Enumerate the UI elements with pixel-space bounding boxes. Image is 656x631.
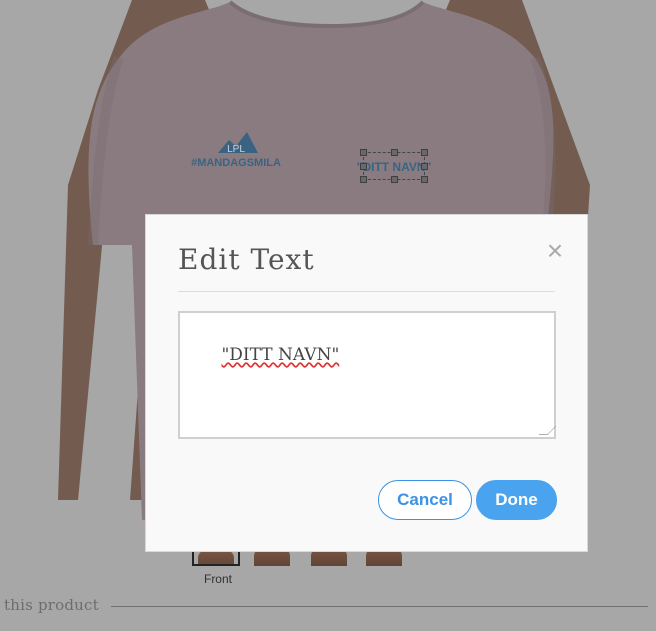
resize-handle-sw[interactable] [360, 176, 367, 183]
dialog-divider [178, 291, 555, 292]
resize-handle-ne[interactable] [421, 149, 428, 156]
cancel-button[interactable]: Cancel [378, 480, 472, 520]
textarea-text: "DITT NAVN" [221, 345, 340, 365]
text-selection-box[interactable] [360, 149, 428, 183]
thumbnail-image [198, 550, 234, 564]
textarea-value: "DITT NAVN" [189, 325, 544, 427]
resize-handle-e[interactable] [421, 163, 428, 170]
close-icon[interactable]: × [543, 237, 567, 265]
thumbnail-front-label: Front [203, 572, 232, 586]
resize-handle-w[interactable] [360, 163, 367, 170]
resize-handle-nw[interactable] [360, 149, 367, 156]
section-divider [111, 606, 648, 607]
resize-handle-s[interactable] [391, 176, 398, 183]
resize-handle-n[interactable] [391, 149, 398, 156]
edit-text-textarea[interactable]: "DITT NAVN" [178, 311, 556, 439]
edit-text-dialog: Edit Text × "DITT NAVN" Cancel Done [145, 214, 588, 552]
logo-hashtag: #MANDAGSMILA [191, 157, 281, 169]
logo-brand-text: LPL [227, 144, 245, 155]
done-button[interactable]: Done [476, 480, 557, 520]
section-title: this product [4, 596, 99, 614]
resize-handle-se[interactable] [421, 176, 428, 183]
section-header: this product [0, 596, 656, 616]
dialog-title: Edit Text [178, 243, 315, 276]
